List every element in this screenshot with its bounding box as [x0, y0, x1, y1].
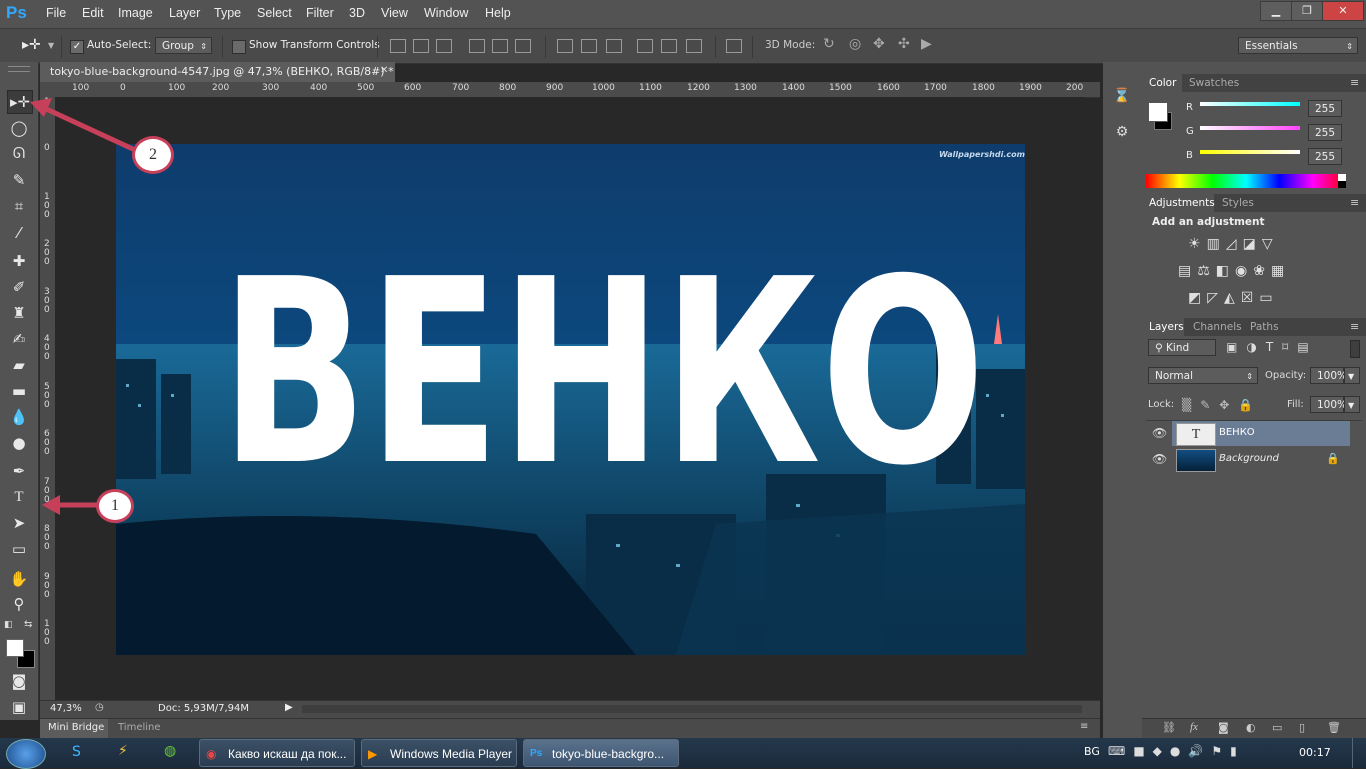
skype-icon[interactable]: S: [72, 744, 81, 760]
taskbar-item-label: Какво искаш да пок...: [228, 747, 347, 761]
tray-icons: ⌨■◆●🔊⚑▮: [1108, 744, 1245, 758]
network-icon[interactable]: ▮: [1230, 744, 1245, 758]
pinned-app-icon[interactable]: ⚡: [118, 743, 128, 759]
windows-taskbar: S ⚡ ◍ ◉ Какво искаш да пок... ▶ Windows …: [0, 738, 1366, 769]
photoshop-icon: Ps: [530, 748, 543, 759]
taskbar-item-label: Windows Media Player: [390, 747, 513, 761]
tray-app-icon[interactable]: ■: [1133, 744, 1152, 758]
language-indicator[interactable]: BG: [1084, 745, 1100, 758]
annotation-badge-2: 2: [132, 136, 174, 174]
keyboard-icon[interactable]: ⌨: [1108, 744, 1133, 758]
flag-icon[interactable]: ⚑: [1211, 744, 1230, 758]
annotation-arrows: [30, 98, 137, 515]
annotation-badge-1: 1: [96, 489, 134, 523]
start-button[interactable]: [6, 739, 46, 769]
tray-app-icon[interactable]: ◆: [1153, 744, 1170, 758]
taskbar-item-label: tokyo-blue-backgro...: [552, 747, 665, 761]
volume-icon[interactable]: 🔊: [1188, 744, 1211, 758]
show-desktop-button[interactable]: [1352, 738, 1366, 768]
clock[interactable]: 00:17: [1299, 746, 1331, 759]
torrent-icon[interactable]: ◍: [164, 743, 176, 759]
taskbar-chrome[interactable]: ◉ Какво искаш да пок...: [199, 739, 355, 767]
taskbar-photoshop[interactable]: Ps tokyo-blue-backgro...: [523, 739, 679, 767]
chrome-icon: ◉: [206, 747, 217, 761]
tray-app-icon[interactable]: ●: [1170, 744, 1188, 758]
taskbar-media-player[interactable]: ▶ Windows Media Player: [361, 739, 517, 767]
media-player-icon: ▶: [368, 747, 378, 761]
